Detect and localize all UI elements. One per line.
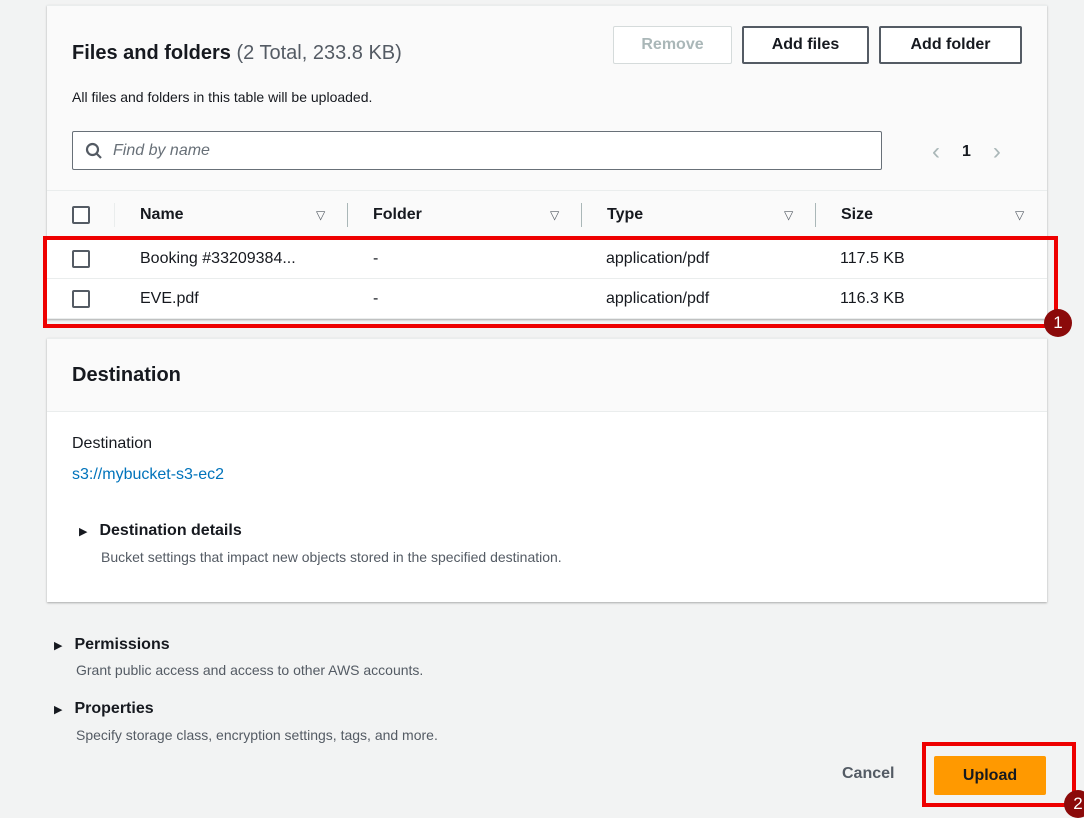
toggle-label: Permissions — [74, 636, 170, 653]
toggle-label: Destination details — [99, 522, 242, 539]
chevron-right-icon[interactable]: › — [993, 138, 1001, 166]
caret-right-icon: ▶ — [54, 704, 63, 716]
column-divider[interactable] — [347, 203, 348, 227]
total-count: (2 Total, 233.8 KB) — [236, 42, 402, 64]
sort-icon[interactable]: ▽ — [316, 208, 325, 222]
cancel-button[interactable]: Cancel — [842, 765, 894, 783]
select-all-checkbox[interactable] — [72, 206, 90, 224]
column-divider[interactable] — [815, 203, 816, 227]
properties-toggle[interactable]: ▶ Properties — [54, 700, 154, 718]
permissions-desc: Grant public access and access to other … — [76, 662, 424, 678]
toggle-label: Properties — [74, 700, 154, 717]
column-folder[interactable]: Folder — [373, 206, 422, 224]
search-icon — [85, 142, 102, 159]
pagination: ‹ 1 › — [932, 138, 1001, 166]
destination-title: Destination — [72, 364, 181, 386]
table-header: Name ▽ Folder ▽ Type ▽ Size ▽ — [47, 191, 1047, 239]
destination-panel: Destination Destination s3://mybucket-s3… — [47, 338, 1047, 602]
caret-right-icon: ▶ — [54, 640, 63, 652]
add-files-button[interactable]: Add files — [742, 26, 869, 64]
files-header: Files and folders (2 Total, 233.8 KB) Al… — [47, 6, 1047, 191]
panel-title: Files and folders (2 Total, 233.8 KB) — [72, 42, 402, 65]
destination-details-desc: Bucket settings that impact new objects … — [101, 549, 562, 565]
column-type[interactable]: Type — [607, 206, 643, 224]
destination-details-toggle[interactable]: ▶ Destination details — [79, 522, 242, 540]
title-text: Files and folders — [72, 42, 231, 64]
add-folder-button[interactable]: Add folder — [879, 26, 1022, 64]
destination-link[interactable]: s3://mybucket-s3-ec2 — [72, 466, 224, 484]
sort-icon[interactable]: ▽ — [784, 208, 793, 222]
annotation-badge-1: 1 — [1044, 309, 1072, 337]
destination-label: Destination — [72, 435, 153, 452]
panel-subtitle: All files and folders in this table will… — [72, 89, 373, 105]
page-number[interactable]: 1 — [962, 143, 971, 161]
annotation-box-1 — [43, 236, 1058, 328]
chevron-left-icon[interactable]: ‹ — [932, 138, 940, 166]
remove-button[interactable]: Remove — [613, 26, 732, 64]
sort-icon[interactable]: ▽ — [1015, 208, 1024, 222]
permissions-toggle[interactable]: ▶ Permissions — [54, 636, 170, 654]
caret-right-icon: ▶ — [79, 526, 88, 538]
column-size[interactable]: Size — [841, 206, 873, 224]
column-name[interactable]: Name — [140, 206, 184, 224]
column-divider — [114, 203, 115, 227]
properties-desc: Specify storage class, encryption settin… — [76, 727, 438, 743]
sort-icon[interactable]: ▽ — [550, 208, 559, 222]
column-divider[interactable] — [581, 203, 582, 227]
search-field[interactable] — [72, 131, 882, 170]
annotation-badge-2: 2 — [1064, 790, 1084, 818]
search-input[interactable] — [113, 141, 813, 160]
annotation-box-2 — [922, 742, 1076, 807]
destination-header: Destination — [47, 339, 1047, 412]
